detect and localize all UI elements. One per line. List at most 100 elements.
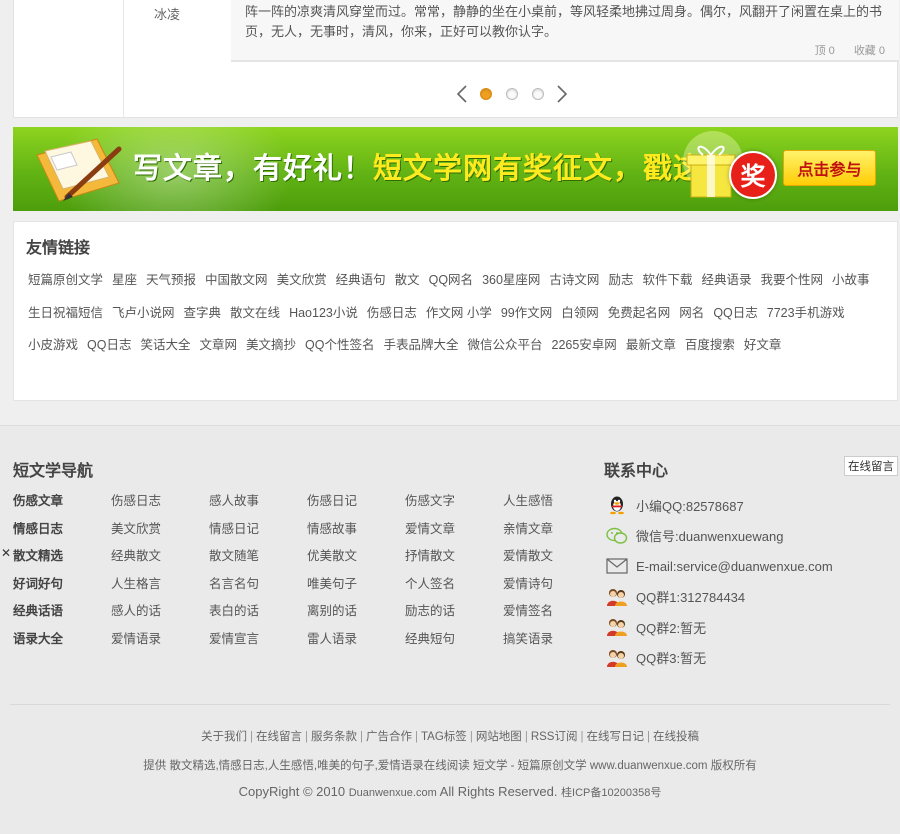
nav-link[interactable]: 伤感日志 [111, 490, 209, 518]
nav-link[interactable]: 爱情签名 [503, 600, 601, 628]
friend-link[interactable]: 经典语录 [701, 264, 751, 297]
friend-link[interactable]: 小皮游戏 [28, 329, 78, 362]
contact-text[interactable]: 小编QQ:82578687 [636, 496, 744, 515]
friend-link[interactable]: 励志 [608, 264, 633, 297]
icp-number[interactable]: 桂ICP备10200358号 [561, 787, 661, 799]
friend-link[interactable]: 小故事 [832, 264, 870, 297]
nav-link[interactable]: 人生感悟 [503, 490, 601, 518]
nav-link[interactable]: 伤感文章 [13, 490, 111, 518]
nav-link[interactable]: 人生格言 [111, 573, 209, 601]
prev-arrow-icon[interactable] [451, 83, 473, 105]
friend-link[interactable]: 查字典 [184, 297, 222, 330]
friend-link[interactable]: 美文摘抄 [246, 329, 296, 362]
friend-link[interactable]: 2265安卓网 [552, 329, 617, 362]
friend-link[interactable]: QQ个性签名 [305, 329, 374, 362]
nav-link[interactable]: 励志的话 [405, 600, 503, 628]
nav-link[interactable]: 散文随笔 [209, 545, 307, 573]
footer-link[interactable]: 在线留言 [256, 731, 302, 743]
nav-link[interactable]: 感人的话 [111, 600, 209, 628]
friend-link[interactable]: 最新文章 [626, 329, 676, 362]
nav-link[interactable]: 个人签名 [405, 573, 503, 601]
friend-link[interactable]: QQ网名 [429, 264, 473, 297]
footer-link[interactable]: 服务条款 [311, 731, 357, 743]
like-button[interactable]: 顶 0 [815, 45, 835, 57]
friend-link[interactable]: 短篇原创文学 [28, 264, 103, 297]
nav-link[interactable]: 感人故事 [209, 490, 307, 518]
friend-link[interactable]: 中国散文网 [205, 264, 268, 297]
friend-link[interactable]: 网名 [679, 297, 704, 330]
contact-text[interactable]: QQ群1:312784434 [636, 587, 745, 606]
friend-link[interactable]: QQ日志 [87, 329, 131, 362]
nav-link[interactable]: 爱情诗句 [503, 573, 601, 601]
nav-link[interactable]: 爱情宣言 [209, 628, 307, 656]
close-icon[interactable]: ✕ [1, 546, 11, 560]
nav-link[interactable]: 经典散文 [111, 545, 209, 573]
friend-link[interactable]: 散文在线 [230, 297, 280, 330]
friend-link[interactable]: 微信公众平台 [467, 329, 542, 362]
friend-link[interactable]: 软件下载 [642, 264, 692, 297]
pager-dot-1[interactable] [480, 88, 492, 100]
contact-text[interactable]: 微信号:duanwenxuewang [636, 526, 783, 545]
nav-link[interactable]: 优美散文 [307, 545, 405, 573]
footer-link[interactable]: RSS订阅 [531, 731, 578, 743]
friend-link[interactable]: 星座 [112, 264, 137, 297]
friend-link[interactable]: 古诗文网 [549, 264, 599, 297]
friend-link[interactable]: 白领网 [561, 297, 599, 330]
friend-link[interactable]: 好文章 [744, 329, 782, 362]
friend-link[interactable]: Hao123小说 [289, 297, 358, 330]
nav-link[interactable]: 散文精选 [13, 545, 111, 573]
nav-link[interactable]: 表白的话 [209, 600, 307, 628]
footer-link[interactable]: 广告合作 [366, 731, 412, 743]
friend-link[interactable]: 免费起名网 [608, 297, 671, 330]
friend-link[interactable]: 我要个性网 [760, 264, 823, 297]
friend-link[interactable]: 伤感日志 [367, 297, 417, 330]
nav-link[interactable]: 亲情文章 [503, 518, 601, 546]
friend-link[interactable]: 360星座网 [482, 264, 540, 297]
nav-link[interactable]: 语录大全 [13, 628, 111, 656]
footer-link[interactable]: TAG标签 [421, 731, 467, 743]
next-arrow-icon[interactable] [551, 83, 573, 105]
pager-dot-3[interactable] [532, 88, 544, 100]
nav-link[interactable]: 雷人语录 [307, 628, 405, 656]
nav-link[interactable]: 经典话语 [13, 600, 111, 628]
nav-link[interactable]: 情感故事 [307, 518, 405, 546]
contact-text[interactable]: QQ群3:暂无 [636, 648, 706, 667]
nav-link[interactable]: 情感日志 [13, 518, 111, 546]
footer-link[interactable]: 关于我们 [201, 731, 247, 743]
nav-link[interactable]: 爱情散文 [503, 545, 601, 573]
nav-link[interactable]: 爱情文章 [405, 518, 503, 546]
join-button[interactable]: 点击参与 [783, 150, 876, 186]
friend-link[interactable]: 天气预报 [146, 264, 196, 297]
friend-link[interactable]: 99作文网 [501, 297, 552, 330]
friend-link[interactable]: 经典语句 [336, 264, 386, 297]
nav-link[interactable]: 伤感文字 [405, 490, 503, 518]
friend-link[interactable]: 美文欣赏 [277, 264, 327, 297]
nav-link[interactable]: 经典短句 [405, 628, 503, 656]
contest-banner[interactable]: 写文章，有好礼！短文学网有奖征文，戳这里 奖 点击参与 [13, 127, 898, 211]
comment-username[interactable]: 冰凌 [154, 4, 180, 23]
nav-link[interactable]: 唯美句子 [307, 573, 405, 601]
contact-text[interactable]: E-mail:service@duanwenxue.com [636, 559, 833, 574]
friend-link[interactable]: 笑话大全 [140, 329, 190, 362]
nav-link[interactable]: 情感日记 [209, 518, 307, 546]
friend-link[interactable]: 文章网 [199, 329, 237, 362]
pager-dot-2[interactable] [506, 88, 518, 100]
nav-link[interactable]: 爱情语录 [111, 628, 209, 656]
friend-link[interactable]: QQ日志 [713, 297, 757, 330]
footer-link[interactable]: 网站地图 [476, 731, 522, 743]
nav-link[interactable]: 离别的话 [307, 600, 405, 628]
nav-link[interactable]: 好词好句 [13, 573, 111, 601]
nav-link[interactable]: 搞笑语录 [503, 628, 601, 656]
nav-link[interactable]: 伤感日记 [307, 490, 405, 518]
friend-link[interactable]: 飞卢小说网 [112, 297, 175, 330]
friend-link[interactable]: 作文网 小学 [426, 297, 492, 330]
friend-link[interactable]: 生日祝福短信 [28, 297, 103, 330]
online-message-button[interactable]: 在线留言 [844, 456, 898, 476]
footer-link[interactable]: 在线投稿 [653, 731, 699, 743]
nav-link[interactable]: 美文欣赏 [111, 518, 209, 546]
friend-link[interactable]: 百度搜索 [685, 329, 735, 362]
nav-link[interactable]: 抒情散文 [405, 545, 503, 573]
favorite-button[interactable]: 收藏 0 [854, 45, 885, 57]
nav-link[interactable]: 名言名句 [209, 573, 307, 601]
contact-text[interactable]: QQ群2:暂无 [636, 618, 706, 637]
